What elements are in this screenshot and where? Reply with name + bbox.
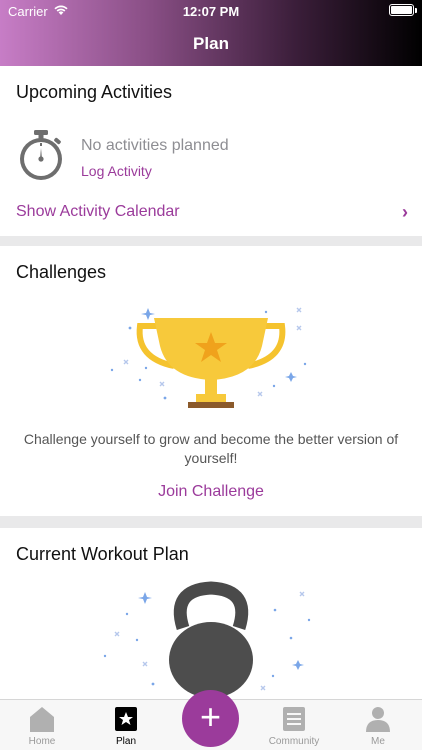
chevron-right-icon[interactable]: › — [402, 202, 408, 223]
trophy-icon — [100, 298, 322, 425]
add-button[interactable]: + — [182, 690, 239, 747]
challenges-card: Challenges Challenge yourself to grow an… — [0, 246, 422, 516]
tab-community-label: Community — [268, 736, 320, 747]
tab-me-label: Me — [371, 736, 385, 747]
tab-community[interactable]: Community — [252, 700, 336, 750]
upcoming-activities-title: Upcoming Activities — [16, 82, 173, 102]
challenges-title: Challenges — [16, 262, 107, 282]
clock: 12:07 PM — [182, 4, 240, 19]
tab-plan[interactable]: Plan — [84, 700, 168, 750]
plus-icon: + — [199, 696, 222, 737]
tab-home-label: Home — [28, 736, 56, 747]
person-icon — [366, 706, 390, 737]
status-bar: Carrier 12:07 PM — [0, 0, 422, 22]
community-icon — [282, 706, 306, 737]
no-activities-text: No activities planned — [81, 137, 229, 154]
tab-home[interactable]: Home — [0, 700, 84, 750]
challenges-description: Challenge yourself to grow and become th… — [23, 431, 399, 466]
tab-plan-label: Plan — [115, 736, 136, 747]
stopwatch-icon — [18, 130, 64, 187]
join-challenge-link[interactable]: Join Challenge — [0, 483, 422, 501]
kettlebell-icon — [95, 580, 325, 703]
current-workout-plan-title: Current Workout Plan — [16, 544, 189, 564]
upcoming-activities-card: Upcoming Activities No activities planne… — [0, 66, 422, 236]
page-title: Plan — [193, 34, 229, 53]
show-activity-calendar-link[interactable]: Show Activity Calendar — [16, 203, 180, 221]
nav-header: Carrier 12:07 PM Plan — [0, 0, 422, 66]
log-activity-link[interactable]: Log Activity — [81, 163, 152, 179]
battery-icon — [389, 4, 417, 16]
star-square-icon — [114, 706, 138, 737]
tab-me[interactable]: Me — [336, 700, 420, 750]
home-icon — [30, 706, 54, 737]
